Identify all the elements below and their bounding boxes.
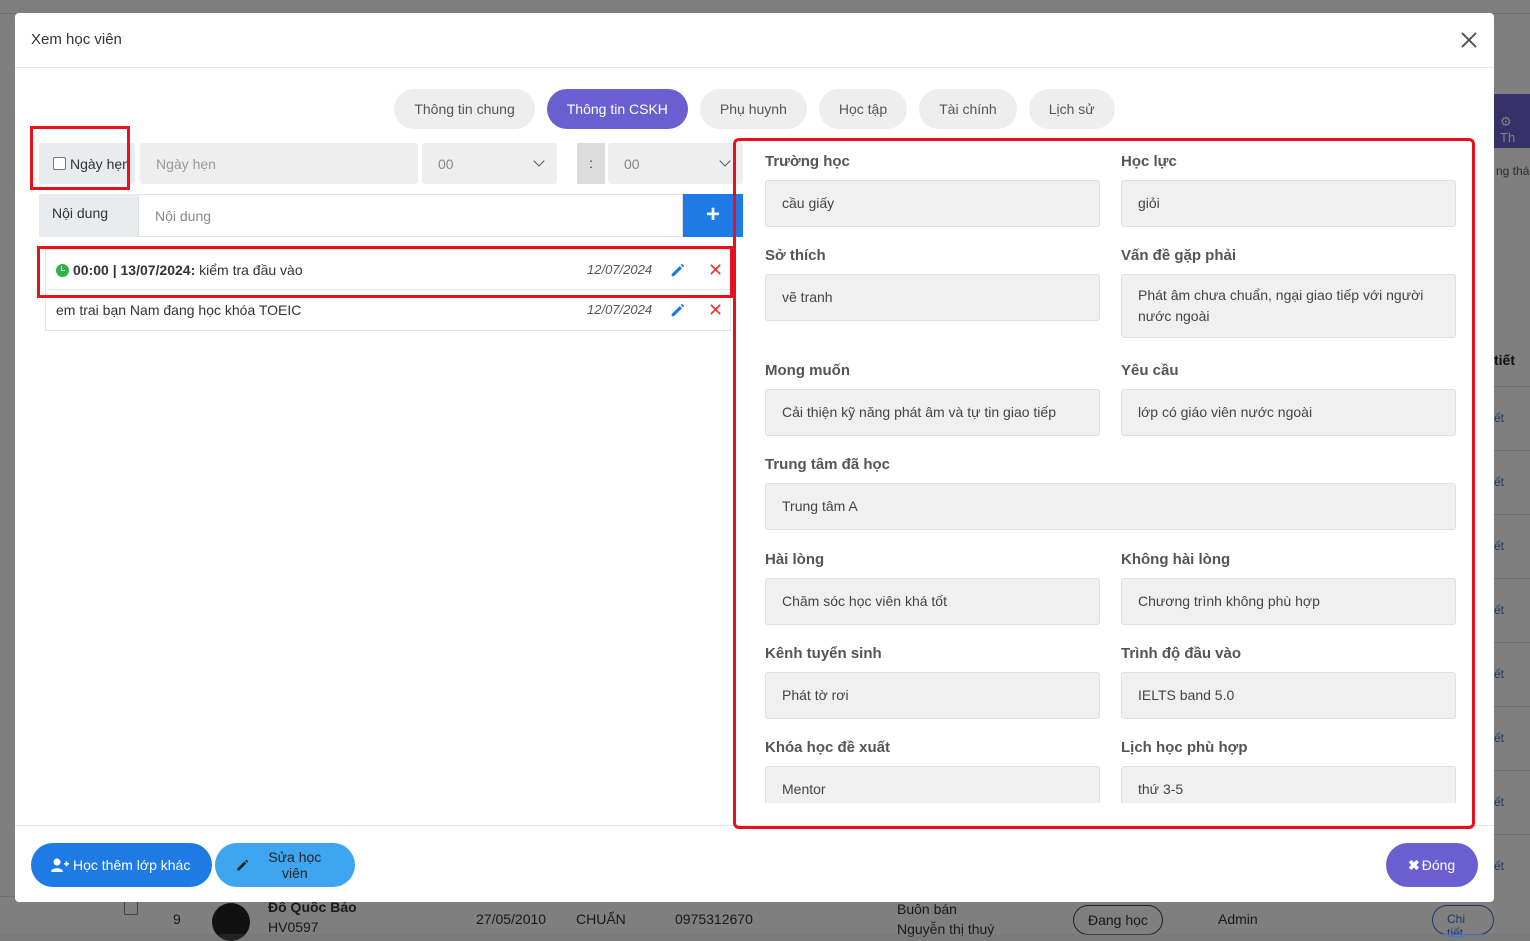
tab-study[interactable]: Học tập [818, 89, 908, 129]
field-label: Sở thích [765, 247, 826, 264]
field-wish: Mong muốn Cải thiện kỹ năng phát âm và t… [765, 362, 1100, 436]
list-item: em trai bạn Nam đang học khóa TOEIC 12/0… [45, 290, 731, 331]
modal-header: Xem học viên [15, 13, 1494, 68]
modal-footer: Học thêm lớp khác Sửa học viên ✖ Đóng [15, 825, 1494, 902]
note-content-input[interactable]: Nội dung [138, 194, 683, 237]
field-label: Lịch học phù hợp [1121, 739, 1248, 756]
list-item: 00:00 | 13/07/2024: kiểm tra đầu vào 12/… [45, 249, 731, 290]
field-channel: Kênh tuyển sinh Phát tờ rơi [765, 645, 1100, 719]
minute-value: 00 [624, 156, 640, 172]
field-label: Học lực [1121, 153, 1177, 170]
center-field[interactable]: Trung tâm A [765, 483, 1456, 530]
edit-student-button[interactable]: Sửa học viên [215, 843, 355, 887]
hobby-field[interactable]: vẽ tranh [765, 274, 1100, 321]
field-academic: Học lực giỏi [1121, 153, 1456, 227]
note-date: 12/07/2024 [587, 302, 653, 317]
close-icon[interactable] [1458, 29, 1480, 51]
note-text: em trai bạn Nam đang học khóa TOEIC [56, 302, 301, 318]
tab-parents[interactable]: Phụ huynh [699, 89, 807, 129]
delete-icon[interactable]: ✕ [708, 260, 723, 281]
field-hobby: Sở thích vẽ tranh [765, 247, 1100, 321]
note-date: 12/07/2024 [587, 262, 653, 277]
field-label: Trình độ đầu vào [1121, 645, 1242, 662]
field-unsatisfied: Không hài lòng Chương trình không phù hợ… [1121, 551, 1456, 625]
field-entry-level: Trình độ đầu vào IELTS band 5.0 [1121, 645, 1456, 719]
field-label: Trung tâm đã học [765, 456, 891, 473]
appointment-checkbox[interactable] [53, 157, 66, 170]
note-content-row: Nội dung Nội dung + [39, 194, 743, 237]
tab-general-info[interactable]: Thông tin chung [394, 89, 535, 129]
field-label: Mong muốn [765, 362, 850, 379]
minute-select[interactable]: 00 [608, 143, 743, 184]
tab-cskh-info[interactable]: Thông tin CSKH [546, 89, 688, 129]
tab-bar: Thông tin chung Thông tin CSKH Phụ huynh… [15, 89, 1494, 129]
chevron-down-icon [719, 155, 731, 167]
academic-field[interactable]: giỏi [1121, 180, 1456, 227]
delete-icon[interactable]: ✕ [708, 300, 723, 321]
field-label: Kênh tuyển sinh [765, 645, 882, 662]
close-button[interactable]: ✖ Đóng [1386, 843, 1478, 887]
appointment-checkbox-group[interactable]: Ngày hẹn [39, 143, 135, 184]
field-schedule: Lịch học phù hợp thứ 3-5 [1121, 739, 1456, 803]
field-label: Yêu cầu [1121, 362, 1179, 379]
field-label: Trường học [765, 153, 850, 170]
appointment-date-input[interactable]: Ngày hẹn [140, 143, 418, 184]
unsatisfied-field[interactable]: Chương trình không phù hợp [1121, 578, 1456, 625]
note-list: 00:00 | 13/07/2024: kiểm tra đầu vào 12/… [45, 249, 731, 331]
note-body: em trai bạn Nam đang học khóa TOEIC [56, 302, 302, 318]
field-course: Khóa học đề xuất Mentor [765, 739, 1100, 803]
note-text: 00:00 | 13/07/2024: kiểm tra đầu vào [56, 262, 303, 278]
tab-finance[interactable]: Tài chính [919, 89, 1017, 129]
field-label: Vấn đề gặp phải [1121, 247, 1237, 264]
appointment-row: Ngày hẹn Ngày hẹn 00 : 00 [39, 143, 743, 184]
clock-icon [56, 264, 69, 277]
field-school: Trường học cầu giấy [765, 153, 1100, 227]
channel-field[interactable]: Phát tờ rơi [765, 672, 1100, 719]
tab-history[interactable]: Lịch sử [1028, 89, 1115, 129]
add-note-button[interactable]: + [683, 194, 743, 237]
note-content-label: Nội dung [39, 194, 138, 237]
field-label: Khóa học đề xuất [765, 739, 891, 756]
note-body: kiểm tra đầu vào [199, 262, 303, 278]
pencil-icon[interactable] [669, 301, 687, 319]
entry-level-field[interactable]: IELTS band 5.0 [1121, 672, 1456, 719]
hour-select[interactable]: 00 [422, 143, 557, 184]
field-label: Hài lòng [765, 551, 825, 568]
pencil-icon[interactable] [669, 261, 687, 279]
close-label: Đóng [1421, 857, 1456, 873]
field-problem: Vấn đề gặp phải Phát âm chưa chuẩn, ngại… [1121, 247, 1456, 338]
schedule-field[interactable]: thứ 3-5 [1121, 766, 1456, 803]
school-field[interactable]: cầu giấy [765, 180, 1100, 227]
problem-field[interactable]: Phát âm chưa chuẩn, ngại giao tiếp với n… [1121, 274, 1456, 338]
field-satisfied: Hài lòng Chăm sóc học viên khá tốt [765, 551, 1100, 625]
hour-value: 00 [438, 156, 454, 172]
wish-field[interactable]: Cải thiện kỹ năng phát âm và tự tin giao… [765, 389, 1100, 436]
chevron-down-icon [533, 155, 545, 167]
add-class-button[interactable]: Học thêm lớp khác [31, 843, 212, 887]
field-label: Không hài lòng [1121, 551, 1231, 568]
user-plus-icon [51, 858, 69, 872]
time-separator: : [577, 143, 605, 184]
modal-title: Xem học viên [31, 31, 122, 48]
course-field[interactable]: Mentor [765, 766, 1100, 803]
request-field[interactable]: lớp có giáo viên nước ngoài [1121, 389, 1456, 436]
field-center: Trung tâm đã học Trung tâm A [765, 456, 1456, 530]
close-x-icon: ✖ [1408, 856, 1420, 873]
appointment-checkbox-label: Ngày hẹn [70, 155, 130, 172]
pencil-icon [237, 859, 249, 871]
add-class-label: Học thêm lớp khác [73, 857, 191, 873]
note-time: 00:00 | 13/07/2024: [73, 262, 196, 278]
student-view-modal: Xem học viên Thông tin chung Thông tin C… [15, 13, 1494, 902]
satisfied-field[interactable]: Chăm sóc học viên khá tốt [765, 578, 1100, 625]
edit-student-label: Sửa học viên [268, 849, 322, 881]
field-request: Yêu cầu lớp có giáo viên nước ngoài [1121, 362, 1456, 436]
cskh-info-panel[interactable]: Trường học cầu giấy Học lực giỏi Sở thíc… [760, 145, 1472, 803]
